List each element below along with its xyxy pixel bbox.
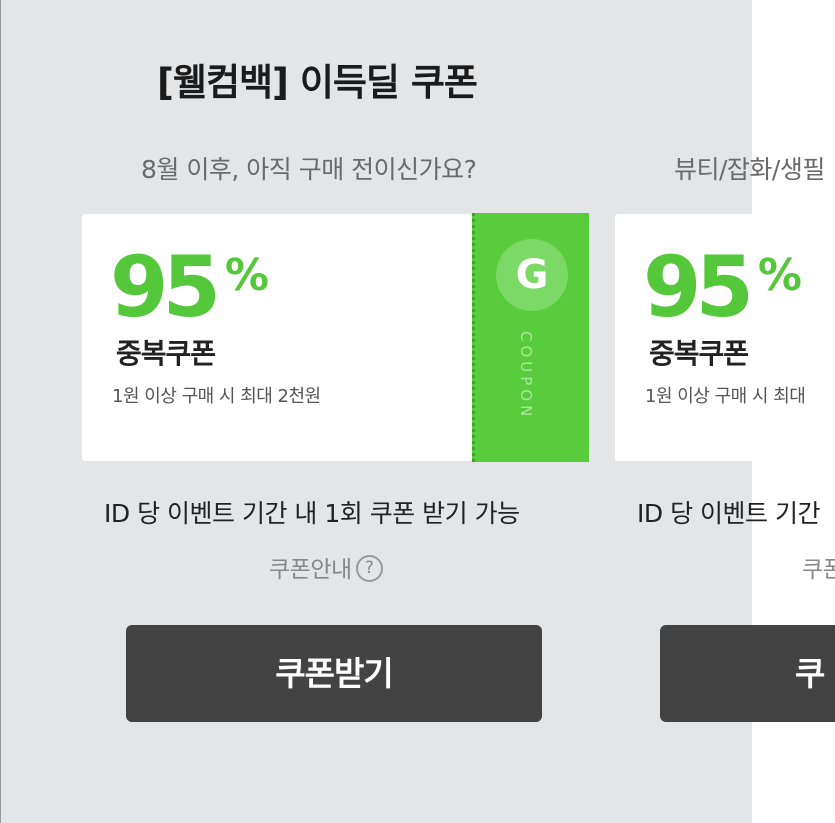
page-title: [웰컴백] 이득딜 쿠폰: [157, 61, 478, 104]
coupon-guide-label: 쿠폰: [802, 557, 835, 583]
discount-value: 95: [110, 238, 221, 336]
g-logo-letter: G: [515, 252, 549, 298]
discount-rate: 95%: [110, 242, 269, 332]
coupon-name: 중복쿠폰: [116, 337, 216, 370]
discount-rate: 95%: [643, 242, 802, 332]
g-logo-icon: G: [496, 239, 568, 311]
coupon-subtitle: 뷰티/잡화/생필: [674, 155, 825, 184]
coupon-ticket: 95% 중복쿠폰 1원 이상 구매 시 최대: [615, 214, 835, 461]
coupon-guide-label: 쿠폰안내: [269, 557, 352, 583]
coupon-carousel[interactable]: [웰컴백] 이득딜 쿠폰 8월 이후, 아직 구매 전이신가요? 95% 중복쿠…: [0, 0, 835, 823]
coupon-stub: G COUPON: [472, 213, 589, 462]
coupon-limit-text: ID 당 이벤트 기간 내 1회 쿠폰 받기 가능: [104, 499, 520, 528]
coupon-limit-text: ID 당 이벤트 기간: [637, 499, 820, 528]
discount-unit: %: [757, 250, 802, 301]
coupon-guide-link[interactable]: 쿠폰안내?: [269, 550, 383, 584]
discount-unit: %: [224, 250, 269, 301]
discount-value: 95: [643, 238, 754, 336]
coupon-slide-2: 뷰티/잡화/생필 95% 중복쿠폰 1원 이상 구매 시 최대 ID 당 이벤트…: [615, 0, 835, 823]
coupon-name: 중복쿠폰: [649, 337, 749, 370]
coupon-condition: 1원 이상 구매 시 최대: [645, 386, 806, 407]
coupon-stub-label: COUPON: [517, 331, 535, 421]
get-coupon-button[interactable]: 쿠폰받기: [126, 625, 542, 722]
coupon-guide-link[interactable]: 쿠폰: [802, 550, 835, 584]
coupon-ticket: 95% 중복쿠폰 1원 이상 구매 시 최대 2천원: [82, 214, 472, 461]
coupon-subtitle: 8월 이후, 아직 구매 전이신가요?: [141, 155, 477, 184]
question-circle-icon[interactable]: ?: [355, 555, 383, 582]
get-coupon-button[interactable]: 쿠: [660, 625, 835, 722]
coupon-condition: 1원 이상 구매 시 최대 2천원: [112, 386, 321, 407]
